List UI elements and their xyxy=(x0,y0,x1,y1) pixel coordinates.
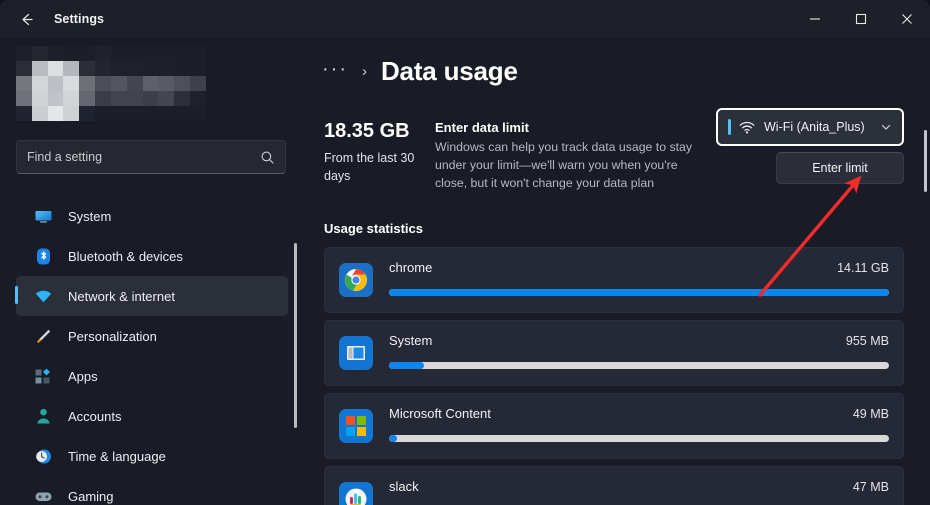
usage-summary: 18.35 GB From the last 30 days xyxy=(324,120,434,185)
app-name: System xyxy=(389,333,432,348)
network-select-label: Wi-Fi (Anita_Plus) xyxy=(764,120,880,134)
usage-statistics-list: chrome 14.11 GB xyxy=(324,247,904,505)
sidebar-item-label: Time & language xyxy=(68,449,166,464)
minimize-button[interactable] xyxy=(792,0,838,38)
page-title: Data usage xyxy=(381,56,518,87)
app-title: Settings xyxy=(54,12,104,26)
usage-progress-fill xyxy=(389,289,889,296)
sidebar-item-label: Gaming xyxy=(68,489,114,504)
chrome-icon xyxy=(339,263,373,297)
window-controls xyxy=(792,0,930,38)
gamepad-icon xyxy=(32,485,54,505)
selection-accent-bar xyxy=(728,119,731,135)
breadcrumb: ··· › Data usage xyxy=(322,56,518,87)
search-box[interactable] xyxy=(16,140,286,174)
network-select-dropdown[interactable]: Wi-Fi (Anita_Plus) xyxy=(716,108,904,146)
enter-limit-button[interactable]: Enter limit xyxy=(776,152,904,184)
app-name: slack xyxy=(389,479,419,494)
sidebar-item-label: Apps xyxy=(68,369,98,384)
settings-window: Settings xyxy=(0,0,930,505)
wifi-icon xyxy=(739,121,755,134)
main-scrollbar[interactable] xyxy=(924,130,927,192)
app-usage-size: 955 MB xyxy=(846,334,889,348)
maximize-button[interactable] xyxy=(838,0,884,38)
sidebar-item-network-internet[interactable]: Network & internet xyxy=(16,276,288,316)
sidebar-item-apps[interactable]: Apps xyxy=(16,356,288,396)
table-row[interactable]: slack 47 MB xyxy=(324,466,904,505)
table-row[interactable]: Microsoft Content 49 MB xyxy=(324,393,904,459)
close-button[interactable] xyxy=(884,0,930,38)
sidebar: System Bluetooth & devices Network xyxy=(0,38,300,505)
usage-progress-fill xyxy=(389,435,397,442)
sidebar-item-label: System xyxy=(68,209,111,224)
person-icon xyxy=(32,405,54,427)
apps-icon xyxy=(32,365,54,387)
minimize-icon xyxy=(809,13,821,25)
paintbrush-icon xyxy=(32,325,54,347)
clock-icon xyxy=(32,445,54,467)
back-arrow-icon xyxy=(18,11,35,28)
table-row[interactable]: System 955 MB xyxy=(324,320,904,386)
sidebar-item-accounts[interactable]: Accounts xyxy=(16,396,288,436)
app-name: chrome xyxy=(389,260,432,275)
wifi-icon xyxy=(32,285,54,307)
maximize-icon xyxy=(855,13,867,25)
table-row[interactable]: chrome 14.11 GB xyxy=(324,247,904,313)
app-usage-size: 49 MB xyxy=(853,407,889,421)
usage-statistics-heading: Usage statistics xyxy=(324,221,423,236)
bluetooth-icon xyxy=(32,245,54,267)
search-input[interactable] xyxy=(27,150,260,164)
app-usage-size: 47 MB xyxy=(853,480,889,494)
usage-total-value: 18.35 GB xyxy=(324,120,434,143)
user-profile-censored[interactable] xyxy=(16,46,206,106)
main-content: ··· › Data usage 18.35 GB From the last … xyxy=(300,38,930,505)
sidebar-nav: System Bluetooth & devices Network xyxy=(0,196,300,505)
sidebar-item-time-language[interactable]: Time & language xyxy=(16,436,288,476)
sidebar-item-personalization[interactable]: Personalization xyxy=(16,316,288,356)
breadcrumb-overflow-button[interactable]: ··· xyxy=(322,59,348,85)
sidebar-item-label: Accounts xyxy=(68,409,121,424)
back-button[interactable] xyxy=(8,3,44,35)
search-icon xyxy=(260,150,275,165)
usage-progress-fill xyxy=(389,362,424,369)
sidebar-item-label: Bluetooth & devices xyxy=(68,249,183,264)
sidebar-item-bluetooth-devices[interactable]: Bluetooth & devices xyxy=(16,236,288,276)
data-limit-info: Enter data limit Windows can help you tr… xyxy=(435,120,710,193)
usage-progress-bar xyxy=(389,435,889,442)
sidebar-item-gaming[interactable]: Gaming xyxy=(16,476,288,505)
close-icon xyxy=(901,13,913,25)
usage-progress-bar xyxy=(389,289,889,296)
sidebar-item-label: Network & internet xyxy=(68,289,175,304)
data-limit-description: Windows can help you track data usage to… xyxy=(435,138,710,193)
sidebar-item-label: Personalization xyxy=(68,329,157,344)
chevron-down-icon xyxy=(880,121,892,133)
data-limit-title: Enter data limit xyxy=(435,120,710,135)
sidebar-scrollbar[interactable] xyxy=(294,243,297,428)
breadcrumb-separator-icon: › xyxy=(362,63,367,80)
slack-icon xyxy=(339,482,373,505)
system-window-icon xyxy=(339,336,373,370)
microsoft-icon xyxy=(339,409,373,443)
app-name: Microsoft Content xyxy=(389,406,491,421)
title-bar: Settings xyxy=(0,0,930,38)
app-usage-size: 14.11 GB xyxy=(837,261,889,275)
usage-period-label: From the last 30 days xyxy=(324,149,434,185)
monitor-icon xyxy=(32,205,54,227)
sidebar-item-system[interactable]: System xyxy=(16,196,288,236)
usage-progress-bar xyxy=(389,362,889,369)
